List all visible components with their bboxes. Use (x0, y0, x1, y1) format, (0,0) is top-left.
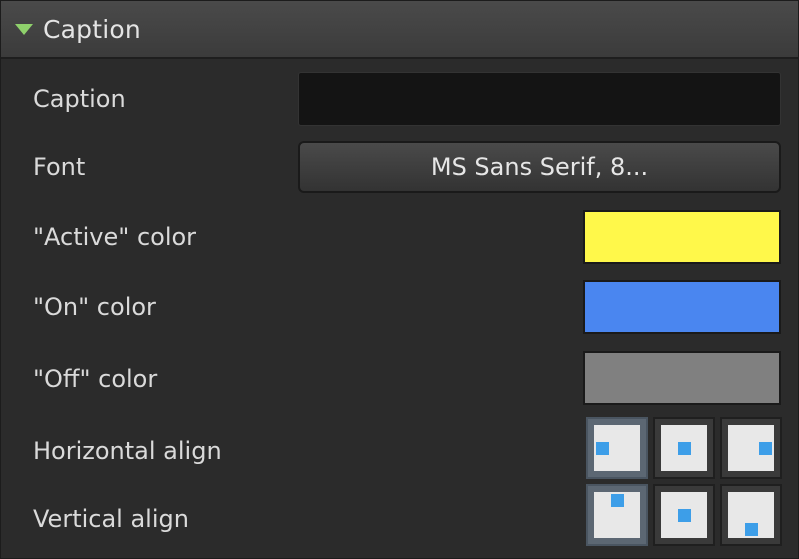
section-title: Caption (43, 14, 141, 44)
halign-right-button[interactable] (720, 417, 782, 479)
off-color-label: "Off" color (33, 365, 158, 393)
font-label: Font (33, 153, 86, 181)
halign-right-icon (728, 425, 774, 471)
valign-middle-icon (661, 492, 707, 538)
valign-top-icon (594, 492, 640, 538)
halign-left-icon (594, 425, 640, 471)
section-header[interactable]: Caption (1, 1, 798, 59)
off-color-swatch[interactable] (583, 351, 781, 405)
active-color-swatch[interactable] (583, 210, 781, 264)
vertical-align-label: Vertical align (33, 505, 189, 533)
halign-center-icon (661, 425, 707, 471)
font-picker-value: MS Sans Serif, 8... (430, 153, 649, 181)
caption-label: Caption (33, 85, 126, 113)
caption-properties-panel: Caption Caption Font MS Sans Serif, 8...… (0, 0, 799, 559)
on-color-label: "On" color (33, 293, 156, 321)
font-picker-button[interactable]: MS Sans Serif, 8... (298, 141, 781, 193)
caption-input[interactable] (298, 72, 781, 126)
halign-center-button[interactable] (653, 417, 715, 479)
valign-bottom-icon (728, 492, 774, 538)
halign-left-button[interactable] (586, 417, 648, 479)
valign-bottom-button[interactable] (720, 484, 782, 546)
active-color-label: "Active" color (33, 223, 197, 251)
horizontal-align-label: Horizontal align (33, 437, 222, 465)
triangle-down-icon[interactable] (15, 23, 33, 35)
on-color-swatch[interactable] (583, 280, 781, 334)
valign-top-button[interactable] (586, 484, 648, 546)
valign-middle-button[interactable] (653, 484, 715, 546)
